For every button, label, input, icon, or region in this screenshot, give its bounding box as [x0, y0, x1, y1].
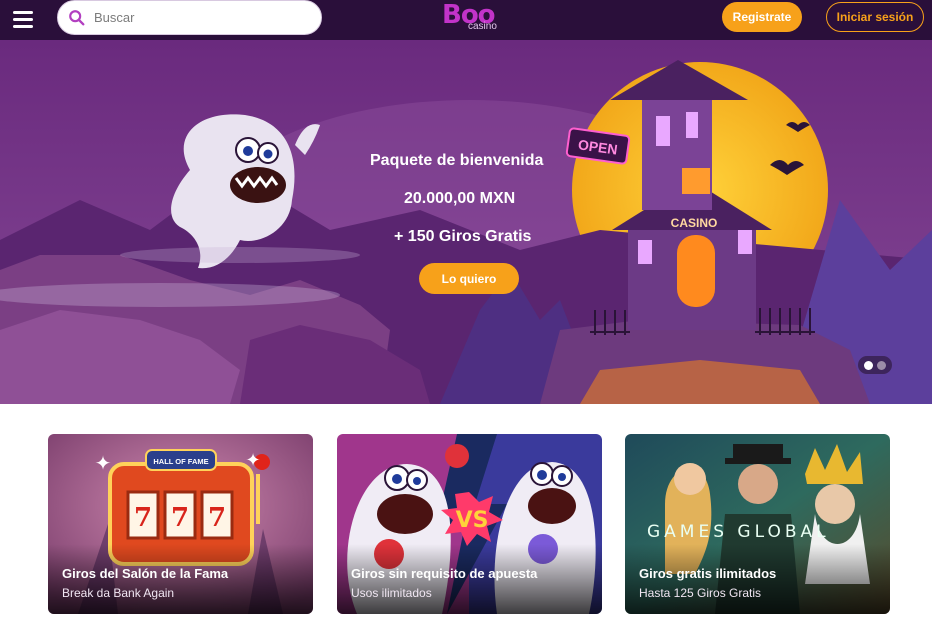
svg-text:✦: ✦	[95, 453, 112, 475]
carousel-dot-2[interactable]	[877, 360, 886, 370]
hamburger-menu-icon[interactable]	[13, 11, 33, 29]
card-subtitle: Hasta 125 Giros Gratis	[639, 586, 762, 600]
svg-text:7: 7	[171, 503, 189, 533]
logo-subtext: casino	[468, 21, 497, 32]
search-input[interactable]	[94, 10, 294, 25]
casino-sign-text: CASINO	[671, 216, 718, 230]
svg-text:✦: ✦	[245, 450, 260, 470]
carousel-pagination	[858, 356, 892, 374]
search-box[interactable]	[57, 0, 322, 35]
login-button[interactable]: Iniciar sesión	[826, 2, 924, 32]
hero-illustration: CASINO OPEN	[0, 40, 932, 404]
card-subtitle: Usos ilimitados	[351, 586, 432, 600]
promo-card-hall-of-fame[interactable]: HALL OF FAME 7 7 7 ✦ ✦ Giros del Salón d…	[48, 434, 313, 614]
promo-card-unlimited-spins[interactable]: GAMES GLOBAL Giros gratis ilimitados Has…	[625, 434, 890, 614]
hero-banner[interactable]: CASINO OPEN Paquete de bienvenida 20.000…	[0, 40, 932, 404]
hero-cta-button[interactable]: Lo quiero	[419, 263, 519, 294]
vs-badge: VS	[456, 508, 489, 533]
hall-of-fame-badge: HALL OF FAME	[153, 457, 208, 466]
promo-card-no-wagering[interactable]: VS Giros sin requisito de apuesta Usos i…	[337, 434, 602, 614]
card-title: Giros sin requisito de apuesta	[351, 566, 538, 581]
boo-casino-logo[interactable]: Boo casino	[442, 0, 506, 36]
carousel-dot-1[interactable]	[864, 360, 873, 370]
hero-free-spins: + 150 Giros Gratis	[394, 228, 532, 245]
register-button[interactable]: Registrate	[722, 2, 802, 32]
top-header: Boo casino Registrate Iniciar sesión	[0, 0, 932, 40]
card-title: Giros gratis ilimitados	[639, 566, 777, 581]
games-global-logo-text: GAMES GLOBAL	[647, 522, 830, 542]
svg-text:7: 7	[134, 503, 152, 533]
search-icon	[69, 9, 85, 25]
svg-text:7: 7	[208, 503, 226, 533]
hero-amount: 20.000,00 MXN	[404, 190, 516, 207]
card-subtitle: Break da Bank Again	[62, 586, 175, 600]
card-title: Giros del Salón de la Fama	[62, 566, 229, 581]
hero-title: Paquete de bienvenida	[370, 152, 544, 169]
